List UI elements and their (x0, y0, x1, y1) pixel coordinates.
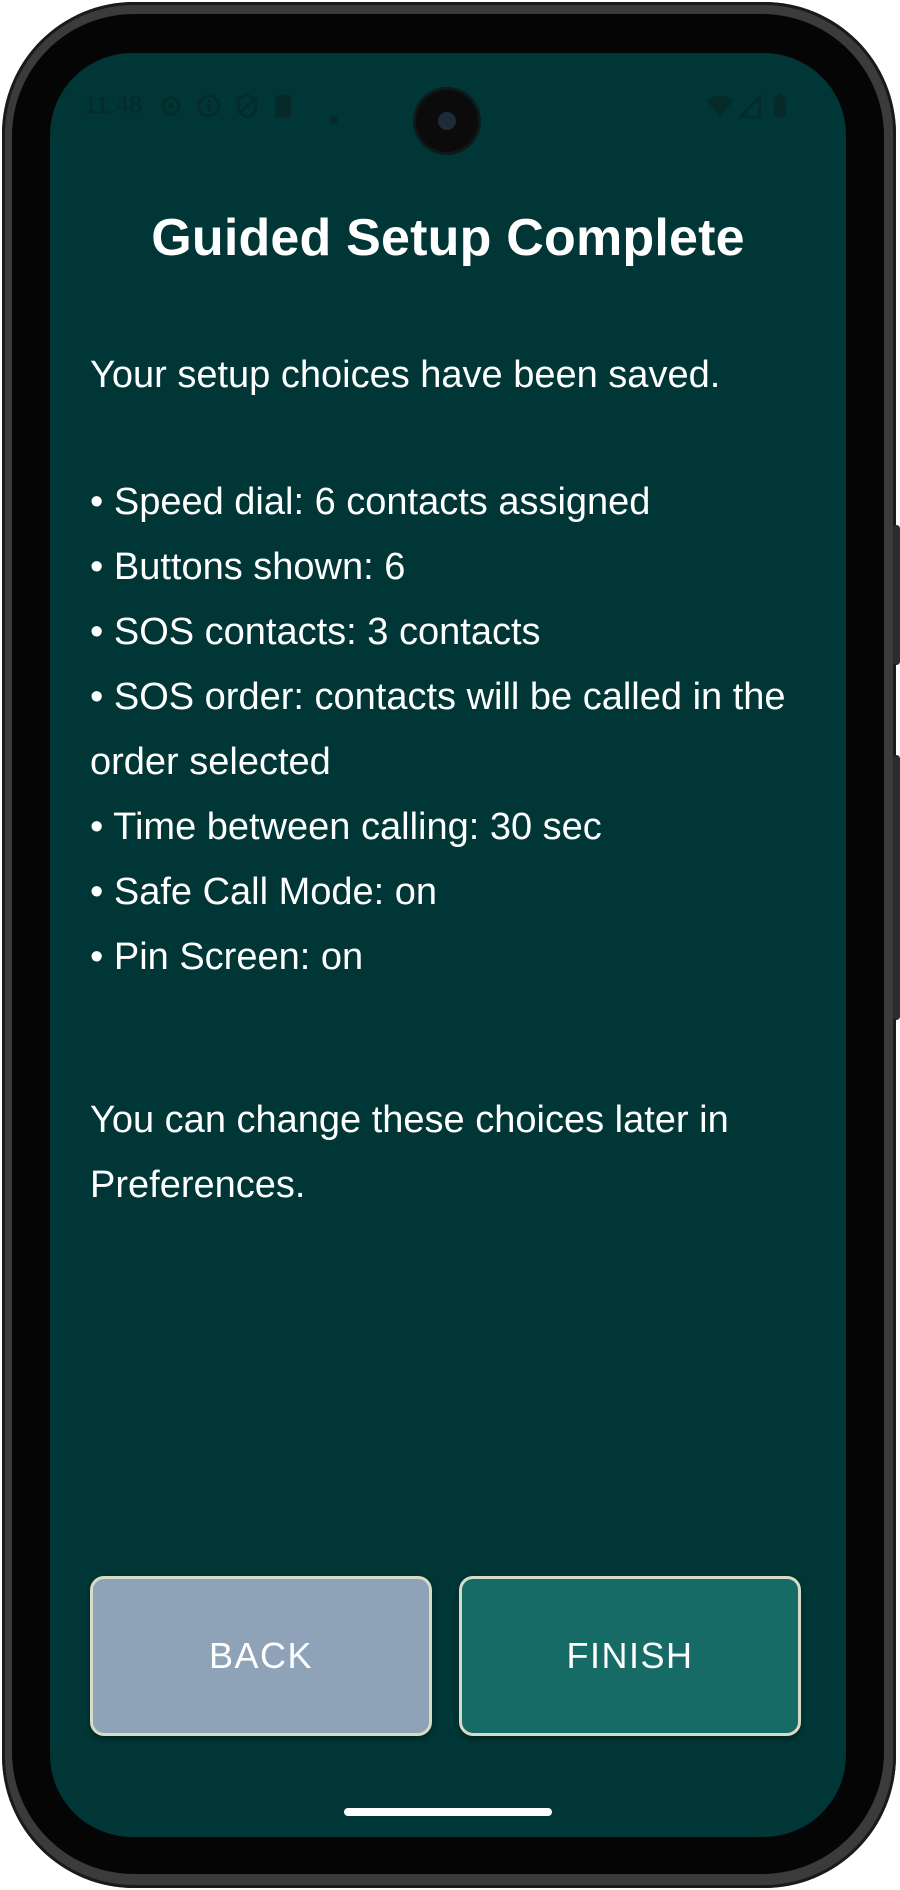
app-screen: 11:48 Guided Setup Complete Your setup c… (50, 53, 846, 1837)
summary-item-safe-call-mode: • Safe Call Mode: on (90, 871, 438, 913)
sd-card-icon (272, 93, 294, 126)
wifi-icon (706, 93, 734, 126)
finish-button[interactable]: FINISH (459, 1576, 801, 1736)
info-icon (196, 93, 222, 126)
setup-summary-list: • Speed dial: 6 contacts assigned • Butt… (90, 470, 820, 990)
battery-icon (772, 93, 788, 126)
summary-item-pin-screen: • Pin Screen: on (90, 936, 364, 978)
power-button (893, 525, 900, 665)
signal-icon (736, 93, 762, 126)
shield-icon (234, 93, 260, 126)
front-camera (416, 90, 478, 152)
home-indicator[interactable] (344, 1808, 552, 1816)
summary-item-time-between-calling: • Time between calling: 30 sec (90, 806, 602, 848)
status-time: 11:48 (84, 92, 143, 119)
volume-button (893, 755, 900, 1020)
settings-icon (158, 93, 184, 126)
camera-lens (438, 112, 456, 130)
dot-icon (330, 103, 338, 131)
summary-item-buttons-shown: • Buttons shown: 6 (90, 546, 406, 588)
finish-button-label: FINISH (566, 1635, 694, 1676)
summary-item-sos-order: • SOS order: contacts will be called in … (90, 676, 786, 783)
outro-text: You can change these choices later in Pr… (90, 1099, 729, 1206)
summary-item-sos-contacts: • SOS contacts: 3 contacts (90, 611, 541, 653)
summary-item-speed-dial: • Speed dial: 6 contacts assigned (90, 481, 651, 523)
page-title: Guided Setup Complete (151, 209, 745, 267)
intro-text: Your setup choices have been saved. (90, 354, 721, 396)
back-button[interactable]: BACK (90, 1576, 432, 1736)
back-button-label: BACK (208, 1635, 314, 1676)
